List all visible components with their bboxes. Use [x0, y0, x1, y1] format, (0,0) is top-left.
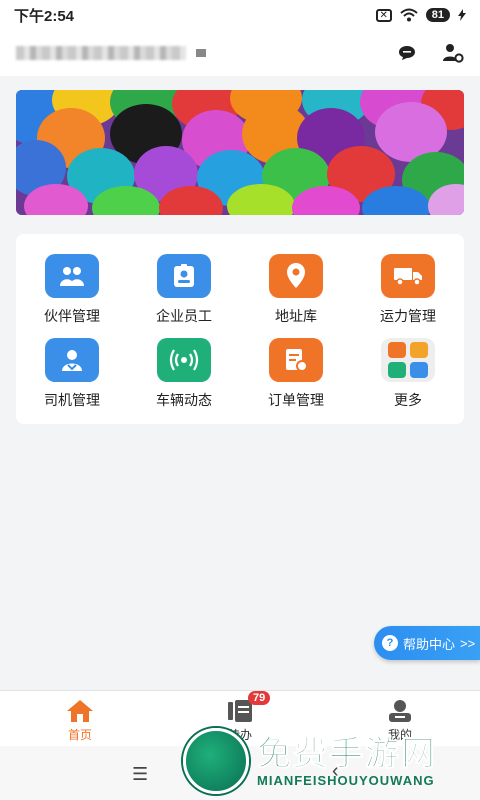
user-settings-icon[interactable] [442, 43, 464, 63]
driver-icon [45, 338, 99, 382]
company-name-suffix [196, 49, 206, 57]
company-name-blurred [16, 46, 186, 60]
tile-label: 车辆动态 [156, 392, 212, 408]
home-icon [67, 700, 93, 722]
battery-indicator: 81 [425, 8, 450, 22]
charging-icon [458, 9, 466, 21]
tile-label: 伙伴管理 [44, 308, 100, 324]
help-label: 帮助中心 [403, 636, 456, 652]
tab-home[interactable]: 首页 [0, 691, 160, 746]
tile-label: 司机管理 [44, 392, 100, 408]
question-icon: ? [382, 635, 398, 651]
order-icon [269, 338, 323, 382]
employee-badge-icon [157, 254, 211, 298]
tile-order-management[interactable]: 订单管理 [240, 338, 352, 410]
watermark-title: 免费手游网 [257, 734, 437, 773]
signal-icon [157, 338, 211, 382]
truck-icon [381, 254, 435, 298]
tile-driver-management[interactable]: 司机管理 [16, 338, 128, 410]
tile-address-book[interactable]: 地址库 [240, 254, 352, 326]
tile-label: 地址库 [275, 308, 317, 324]
help-arrow: >> [460, 635, 476, 651]
wifi-icon [400, 8, 418, 22]
tile-label: 运力管理 [380, 308, 436, 324]
partners-icon [45, 254, 99, 298]
balloons-image [16, 90, 464, 215]
app-header [0, 30, 480, 76]
status-icons: ✕ 81 [375, 8, 466, 22]
tab-label: 首页 [67, 728, 92, 742]
tile-label: 订单管理 [268, 392, 324, 408]
chat-bubble-icon[interactable] [398, 45, 416, 61]
no-sim-icon: ✕ [375, 8, 392, 22]
more-grid-icon [381, 338, 435, 382]
function-grid: 伙伴管理 企业员工 地址库 运力管理 司机管理 车辆动态 订单管理 更多 [16, 234, 464, 424]
tile-capacity-management[interactable]: 运力管理 [352, 254, 464, 326]
tile-more[interactable]: 更多 [352, 338, 464, 410]
watermark-logo [183, 728, 249, 794]
status-time: 下午2:54 [14, 7, 75, 25]
promo-banner[interactable] [16, 90, 464, 215]
tile-label: 企业员工 [156, 308, 212, 324]
help-center-button[interactable]: ? 帮助中心 >> [374, 626, 480, 660]
watermark-subtitle: MIANFEISHOUYOUWANG [257, 772, 435, 788]
tile-vehicle-tracking[interactable]: 车辆动态 [128, 338, 240, 410]
tile-enterprise-employees[interactable]: 企业员工 [128, 254, 240, 326]
todo-count-badge: 79 [248, 691, 271, 705]
profile-icon [389, 700, 411, 722]
location-pin-icon [269, 254, 323, 298]
status-bar: 下午2:54 ✕ 81 [0, 0, 480, 30]
menu-icon[interactable]: ☰ [132, 764, 148, 785]
tile-partner-management[interactable]: 伙伴管理 [16, 254, 128, 326]
tile-label: 更多 [394, 392, 422, 408]
watermark: 免费手游网 MIANFEISHOUYOUWANG [183, 728, 437, 794]
